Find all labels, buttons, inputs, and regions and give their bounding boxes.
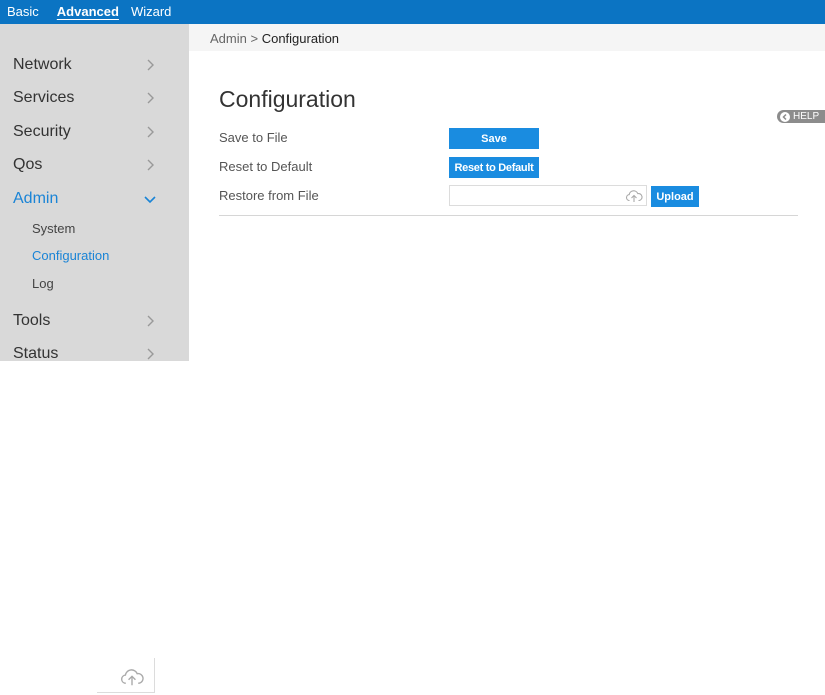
chevron-right-icon (147, 348, 154, 360)
restore-from-file-label: Restore from File (219, 188, 319, 203)
chevron-right-icon (147, 59, 154, 71)
breadcrumb-bar: Admin > Configuration (189, 24, 825, 51)
topnav-advanced[interactable]: Advanced (57, 0, 119, 24)
chevron-right-icon (147, 315, 154, 327)
save-button[interactable]: Save (449, 128, 539, 149)
sidebar-subitem-system[interactable]: System (32, 221, 75, 236)
chevron-down-icon (144, 196, 156, 204)
sidebar-item-admin[interactable]: Admin (13, 188, 173, 210)
chevron-right-icon (147, 159, 154, 171)
sidebar-item-label: Services (13, 89, 75, 106)
help-back-icon (780, 111, 790, 122)
divider (219, 215, 798, 216)
top-bar: Basic Advanced Wizard (0, 0, 825, 24)
sidebar-item-tools[interactable]: Tools (13, 310, 173, 332)
topnav-wizard[interactable]: Wizard (131, 0, 171, 24)
sidebar-subitem-log[interactable]: Log (32, 276, 54, 291)
reset-to-default-label: Reset to Default (219, 159, 313, 174)
save-to-file-label: Save to File (219, 130, 288, 145)
reset-to-default-button[interactable]: Reset to Default (449, 157, 539, 178)
help-label: HELP (793, 111, 820, 122)
sidebar: Network Services Security Qos Admin Syst… (0, 24, 189, 362)
chevron-right-icon (147, 92, 154, 104)
sidebar-item-label: Tools (13, 312, 51, 329)
topnav-basic[interactable]: Basic (7, 0, 39, 24)
sidebar-item-network[interactable]: Network (13, 54, 173, 76)
restore-file-input[interactable] (449, 185, 647, 206)
top-nav: Basic Advanced Wizard (0, 0, 189, 24)
breadcrumb-separator: > (250, 31, 259, 46)
breadcrumb-parent[interactable]: Admin (210, 31, 247, 46)
sidebar-item-label: Status (13, 345, 59, 362)
sidebar-item-services[interactable]: Services (13, 87, 173, 109)
help-button[interactable]: HELP (777, 110, 825, 123)
sidebar-item-label: Qos (13, 156, 43, 173)
upload-drop-area[interactable] (97, 658, 155, 693)
cloud-upload-icon (121, 669, 144, 686)
sidebar-item-qos[interactable]: Qos (13, 154, 173, 176)
chevron-right-icon (147, 126, 154, 138)
sidebar-item-label: Security (13, 123, 71, 140)
sidebar-item-status[interactable]: Status (13, 343, 173, 365)
sidebar-item-label: Admin (13, 190, 59, 207)
cloud-upload-icon (625, 190, 643, 202)
breadcrumb-current: Configuration (261, 31, 340, 46)
upload-button[interactable]: Upload (651, 186, 699, 207)
sidebar-subitem-configuration[interactable]: Configuration (32, 248, 109, 263)
sidebar-item-label: Network (13, 56, 72, 73)
breadcrumb: Admin > Configuration (210, 31, 339, 46)
sidebar-item-security[interactable]: Security (13, 121, 173, 143)
page-title: Configuration (219, 86, 356, 112)
